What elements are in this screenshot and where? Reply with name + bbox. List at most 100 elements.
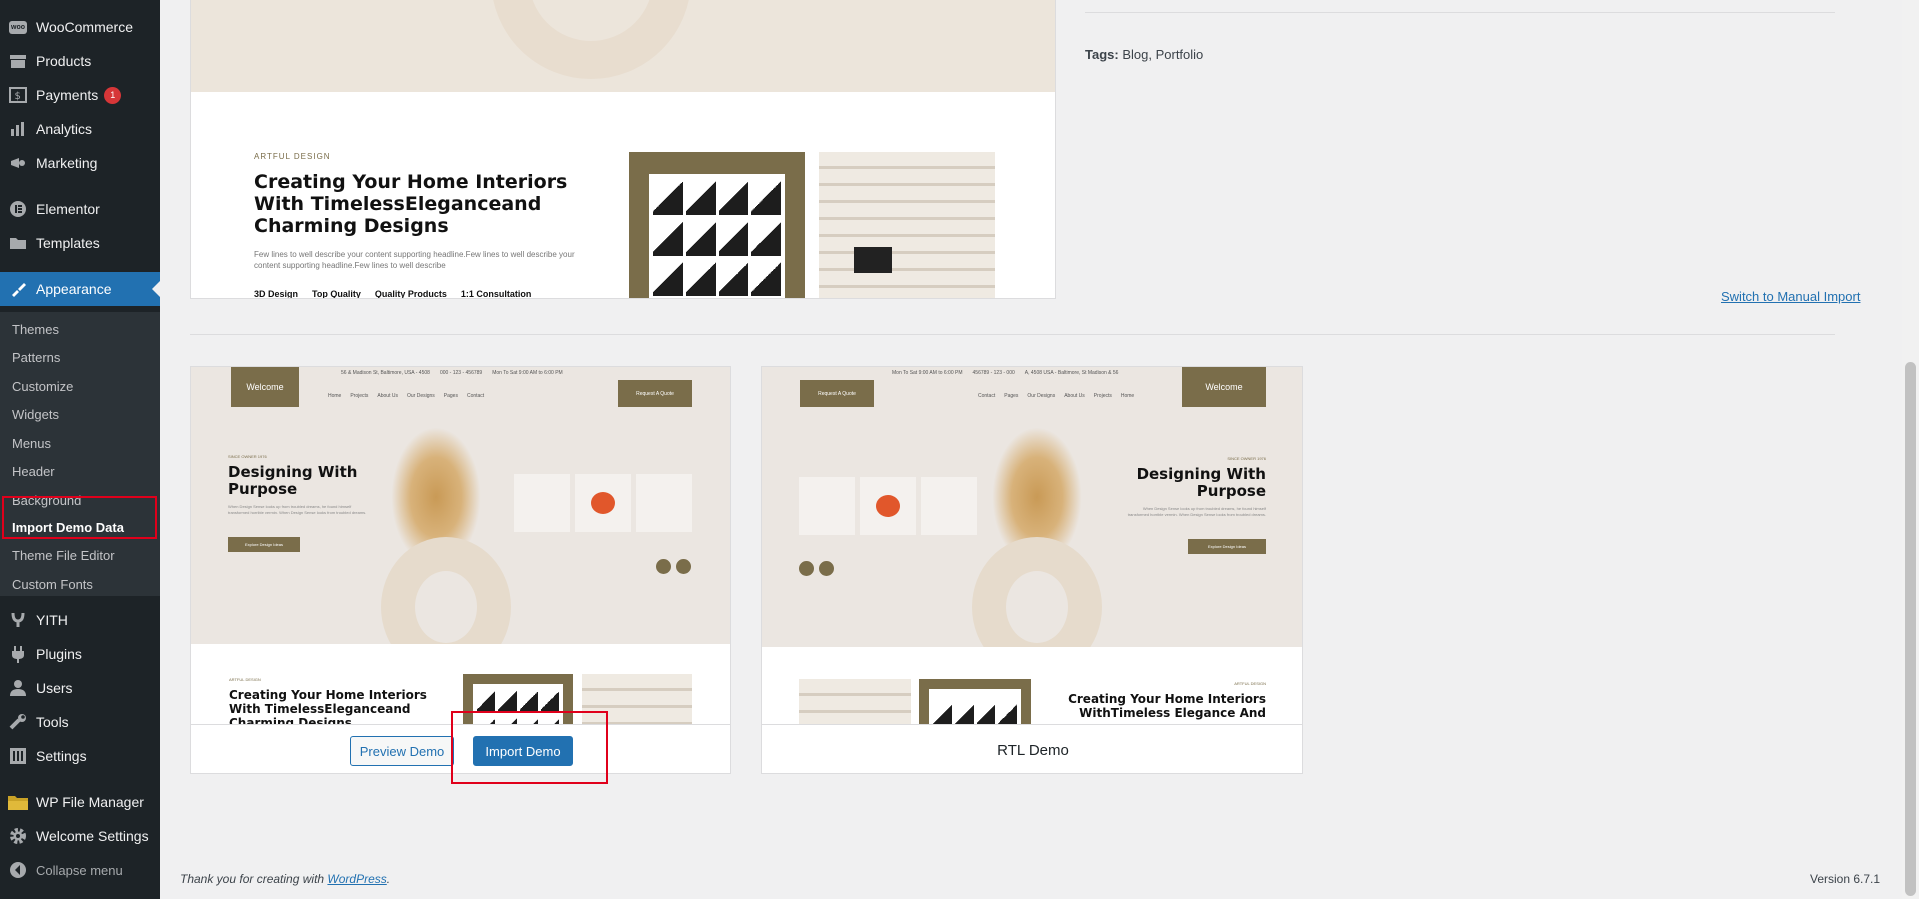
demo-nav-item: Our Designs: [406, 393, 435, 399]
appearance-submenu: Themes Patterns Customize Widgets Menus …: [0, 312, 160, 596]
menu-item-templates[interactable]: Templates: [0, 226, 160, 260]
shelf-image: [799, 679, 911, 724]
demo-logo: Welcome: [1182, 367, 1266, 407]
menu-item-analytics[interactable]: Analytics: [0, 112, 160, 146]
demo-card-rtl: Welcome Mon To Sat 9:00 AM to 6:00 PM 45…: [761, 366, 1303, 774]
menu-label: Appearance: [36, 281, 112, 297]
tile-image: [629, 152, 805, 298]
menu-item-tools[interactable]: Tools: [0, 705, 160, 739]
collapse-menu-button[interactable]: Collapse menu: [0, 853, 160, 887]
demo-screenshot: Welcome 56 & Madison St, Baltimore, USA …: [191, 367, 730, 644]
demo-nav: Contact Pages Our Designs About Us Proje…: [978, 393, 1134, 399]
brush-icon: [0, 281, 36, 297]
menu-item-elementor[interactable]: Elementor: [0, 192, 160, 226]
submenu-widgets[interactable]: Widgets: [12, 405, 59, 425]
demo-kicker: SINCE OWNER 1976: [1227, 456, 1266, 461]
payments-badge: 1: [104, 86, 122, 104]
submenu-patterns[interactable]: Patterns: [12, 348, 60, 368]
topbar-address: A, 4508 USA - Baltimore, St Madison & 56: [1024, 370, 1119, 376]
wordpress-link[interactable]: WordPress: [327, 872, 386, 886]
demo-logo: Welcome: [231, 367, 299, 407]
preview-demo-button[interactable]: Preview Demo: [350, 736, 454, 766]
wrench-icon: [0, 713, 36, 731]
footer-thanks-text: Thank you for creating with: [180, 872, 325, 886]
demo-lower-section: ARTFUL DESIGN Creating Your Home Interio…: [762, 647, 1302, 724]
demo-nav-item: Our Designs: [1027, 393, 1056, 399]
demo-nav-item: About Us: [377, 393, 398, 399]
submenu-custom-fonts[interactable]: Custom Fonts: [12, 575, 93, 595]
menu-label: Plugins: [36, 646, 82, 662]
topbar-address: 56 & Madison St, Baltimore, USA - 4508: [341, 370, 430, 376]
submenu-themes[interactable]: Themes: [12, 320, 59, 340]
highlight-box: [451, 711, 608, 784]
menu-item-products[interactable]: Products: [0, 44, 160, 78]
submenu-theme-file-editor[interactable]: Theme File Editor: [12, 546, 115, 566]
menu-item-woocommerce[interactable]: woo WooCommerce: [0, 10, 160, 44]
feature-item: 3D Design: [254, 289, 299, 299]
demo-nav-item: Projects: [350, 393, 369, 399]
dollar-icon: $: [0, 87, 36, 103]
demo-nav-item: Home: [328, 393, 342, 399]
collapse-icon: [0, 861, 36, 879]
scrollbar-track[interactable]: [1902, 0, 1919, 899]
tags-row: Tags: Blog, Portfolio: [1085, 47, 1203, 62]
product-thumb: [575, 474, 631, 532]
demo-sub-kicker: ARTFUL DESIGN: [229, 677, 261, 682]
rtl-demo-title: RTL Demo: [762, 724, 1302, 773]
switch-manual-import-link[interactable]: Switch to Manual Import: [1721, 289, 1860, 304]
product-thumb: [514, 474, 570, 532]
demo-cta: Request A Quote: [618, 380, 692, 407]
menu-label: Tools: [36, 714, 69, 730]
menu-label: WooCommerce: [36, 19, 133, 35]
demo-nav-item: Projects: [1093, 393, 1112, 399]
yith-icon: [0, 611, 36, 629]
menu-item-plugins[interactable]: Plugins: [0, 637, 160, 671]
archive-icon: [0, 53, 36, 69]
menu-item-appearance[interactable]: Appearance: [0, 272, 160, 306]
menu-label: YITH: [36, 612, 68, 628]
menu-item-welcome-settings[interactable]: Welcome Settings: [0, 819, 160, 853]
demo-sub-kicker: ARTFUL DESIGN: [1234, 681, 1266, 686]
demo-screenshot: Welcome Mon To Sat 9:00 AM to 6:00 PM 45…: [762, 367, 1302, 647]
theme-preview-image: ARTFUL DESIGN Creating Your Home Interio…: [190, 0, 1056, 299]
hero-description: Few lines to well describe your content …: [254, 250, 575, 270]
product-thumb: [799, 477, 855, 535]
gear-icon: [0, 827, 36, 845]
menu-label: Users: [36, 680, 73, 696]
triangle-pattern: [929, 689, 1021, 724]
menu-item-yith[interactable]: YITH: [0, 603, 160, 637]
menu-item-marketing[interactable]: Marketing: [0, 146, 160, 180]
menu-label: Welcome Settings: [36, 828, 149, 844]
kicker: ARTFUL DESIGN: [254, 152, 331, 161]
folder-icon: [0, 793, 36, 811]
submenu-menus[interactable]: Menus: [12, 434, 51, 454]
menu-item-payments[interactable]: $ Payments 1: [0, 78, 160, 112]
triangle-pattern: [649, 174, 785, 298]
product-thumb: [921, 477, 977, 535]
slider-prev-arrow: [799, 561, 814, 576]
chair-shape: [591, 492, 615, 514]
submenu-header[interactable]: Header: [12, 462, 55, 482]
menu-item-users[interactable]: Users: [0, 671, 160, 705]
demo-nav-item: Pages: [443, 393, 458, 399]
tile-image: [919, 679, 1031, 724]
menu-item-settings[interactable]: Settings: [0, 739, 160, 773]
submenu-customize[interactable]: Customize: [12, 377, 73, 397]
settings-icon: [0, 747, 36, 765]
tags-value: Blog, Portfolio: [1122, 47, 1204, 62]
chair-shape: [876, 495, 900, 517]
demo-nav-item: Contact: [466, 393, 485, 399]
demo-desc: When Design Sense looks up from troubled…: [228, 504, 367, 515]
menu-label: Marketing: [36, 155, 98, 171]
demo-kicker: SINCE OWNER 1976: [228, 454, 267, 459]
scrollbar-thumb[interactable]: [1905, 362, 1916, 896]
demo-nav: Home Projects About Us Our Designs Pages…: [328, 393, 484, 399]
feature-list: 3D Design Top Quality Quality Products 1…: [254, 289, 532, 299]
demo-explore-button: Explore Design Ideas: [1188, 539, 1266, 554]
topbar-hours: Mon To Sat 9:00 AM to 6:00 PM: [492, 370, 563, 376]
menu-item-wp-file-manager[interactable]: WP File Manager: [0, 785, 160, 819]
slider-prev-arrow: [656, 559, 671, 574]
feature-item: 1:1 Consultation: [460, 289, 532, 299]
demo-topbar: 56 & Madison St, Baltimore, USA - 4508 0…: [341, 370, 563, 376]
hero-image: [191, 0, 1055, 92]
